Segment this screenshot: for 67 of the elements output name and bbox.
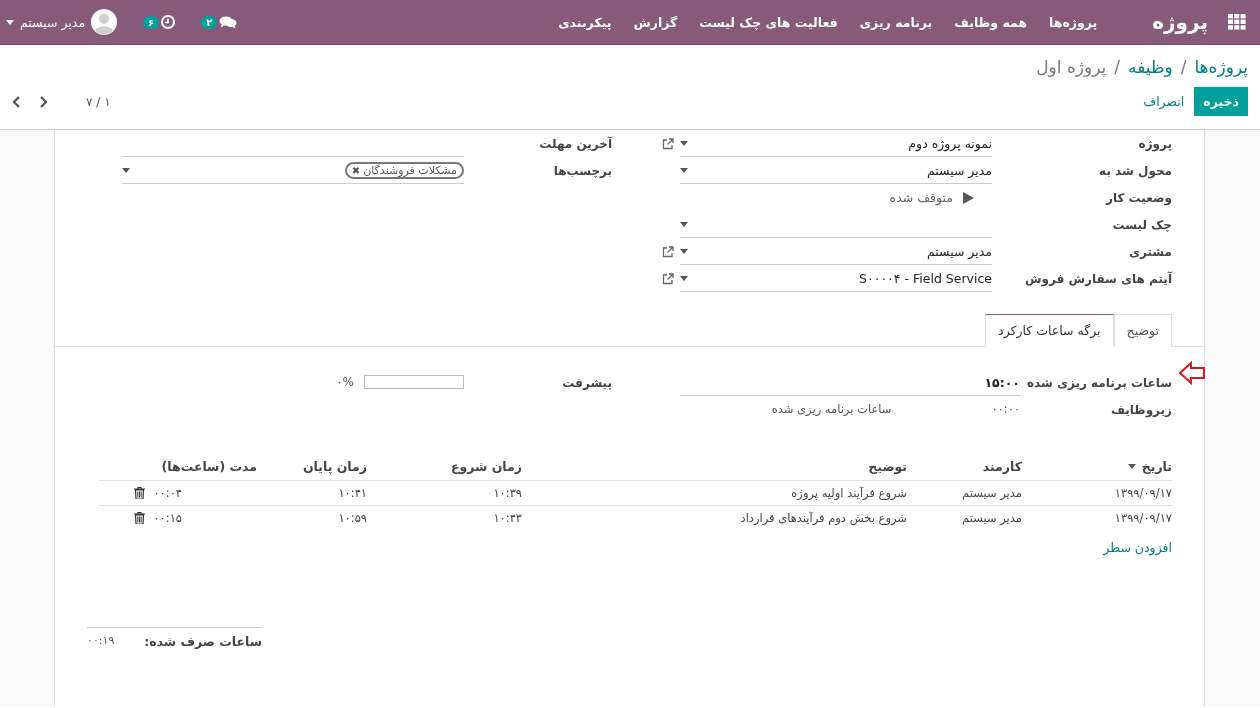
total-label: ساعات صرف شده: xyxy=(144,634,262,649)
tab[interactable]: توضیح xyxy=(1113,314,1172,347)
field-label: محول شد به xyxy=(1098,162,1172,181)
breadcrumb-separator: / xyxy=(1180,57,1187,77)
field-label: آخرین مهلت xyxy=(538,135,612,153)
field-value: S۰۰۰۰۴ - Field Service xyxy=(858,270,992,286)
breadcrumb-link[interactable]: وظیفه xyxy=(1128,57,1173,77)
column-header-text[interactable]: کارمند xyxy=(982,459,1022,474)
table-cell: ۱۰:۴۱ xyxy=(338,486,367,500)
add-line-link[interactable]: افزودن سطر xyxy=(1103,535,1172,560)
menu-item[interactable]: برنامه ریزی xyxy=(848,14,944,30)
activity-count-badge: ۶ xyxy=(143,15,160,29)
planned-hours-field[interactable]: ۱۵:۰۰ xyxy=(680,369,1020,396)
field-label: زیروظایف xyxy=(1110,401,1172,420)
subtasks-hours: ۰۰:۰۰ xyxy=(991,402,1020,416)
table-cell: ۰۰:۰۴ xyxy=(153,486,182,500)
field-label: مشتری xyxy=(1128,243,1172,261)
menu-item[interactable]: پروژه‌ها xyxy=(1038,14,1109,30)
select-field[interactable]: مدیر سیستم xyxy=(680,157,992,184)
total-value: ۰۰:۱۹ xyxy=(87,634,115,649)
pager-text: ۱ / ۷ xyxy=(86,94,111,109)
table-cell: ۱۰:۳۹ xyxy=(493,486,522,500)
select-field[interactable]: نمونه پروژه دوم xyxy=(680,130,992,157)
subtasks-note: ساعات برنامه ریزی شده xyxy=(771,402,892,416)
column-header-text[interactable]: تاریخ xyxy=(1141,459,1172,474)
field-label: آیتم های سفارش فروش xyxy=(1023,270,1172,289)
table-cell: ۰۰:۱۵ xyxy=(153,511,182,525)
table-cell: شروع بخش دوم فرآیندهای قرارداد xyxy=(740,511,907,525)
field-label: چک لیست xyxy=(1111,216,1172,234)
message-count-badge: ۲ xyxy=(201,15,218,29)
timer-status: متوقف شده xyxy=(889,190,953,205)
field-value: نمونه پروژه دوم xyxy=(907,135,992,151)
field-label: ساعات برنامه ریزی شده xyxy=(1026,374,1172,392)
table-cell: مدیر سیستم xyxy=(962,511,1022,525)
breadcrumb-separator: / xyxy=(1114,57,1121,77)
select-field[interactable]: مدیر سیستم xyxy=(680,238,992,265)
field-value: مدیر سیستم xyxy=(925,162,992,178)
progress-reading: ۰% xyxy=(336,375,354,389)
field-label: پیشرفت xyxy=(561,374,612,392)
menu-item[interactable]: همه وظایف xyxy=(943,14,1039,30)
menu-item[interactable]: پیکربندی xyxy=(547,14,623,30)
menu-item[interactable]: گزارش xyxy=(622,14,689,30)
table-cell: شروع فرآیند اولیه پروژه xyxy=(791,486,907,500)
user-name[interactable]: مدیر سیستم xyxy=(20,14,86,30)
table-cell: ۱۳۹۹/۰۹/۱۷ xyxy=(1114,486,1172,500)
tag-text: مشکلات فروشندگان xyxy=(363,163,457,177)
table-cell: مدیر سیستم xyxy=(962,486,1022,500)
field-label: پروژه xyxy=(1137,135,1172,154)
tab[interactable]: برگه ساعات کارکرد xyxy=(985,314,1114,347)
select-field[interactable]: S۰۰۰۰۴ - Field Service xyxy=(680,265,992,292)
table-cell: ۱۳۹۹/۰۹/۱۷ xyxy=(1114,511,1172,525)
breadcrumb-link[interactable]: پروژه‌ها xyxy=(1194,57,1248,77)
field-value: مدیر سیستم xyxy=(925,243,992,259)
table-cell: ۱۰:۴۳ xyxy=(493,511,522,525)
field-label: برچسب‌ها xyxy=(552,162,612,180)
field-label: وضعیت کار xyxy=(1104,189,1172,208)
breadcrumb-current: پروژه اول xyxy=(1036,57,1107,77)
column-header-text[interactable]: مدت (ساعت‌ها) xyxy=(161,459,257,474)
column-header-text[interactable]: زمان پایان xyxy=(302,459,367,474)
tags-field[interactable]: مشکلات فروشندگان ✖ xyxy=(122,157,464,184)
menu-item[interactable]: فعالیت های چک لیست xyxy=(688,14,849,30)
column-header-text[interactable]: زمان شروع xyxy=(450,459,522,474)
table-cell: ۱۰:۵۹ xyxy=(338,511,367,525)
app-title: پروژه xyxy=(1152,10,1208,34)
discard-button[interactable]: انصراف xyxy=(1133,87,1195,116)
remove-tag-icon[interactable]: ✖ xyxy=(351,164,361,176)
column-header-text[interactable]: توضیح xyxy=(868,459,907,474)
